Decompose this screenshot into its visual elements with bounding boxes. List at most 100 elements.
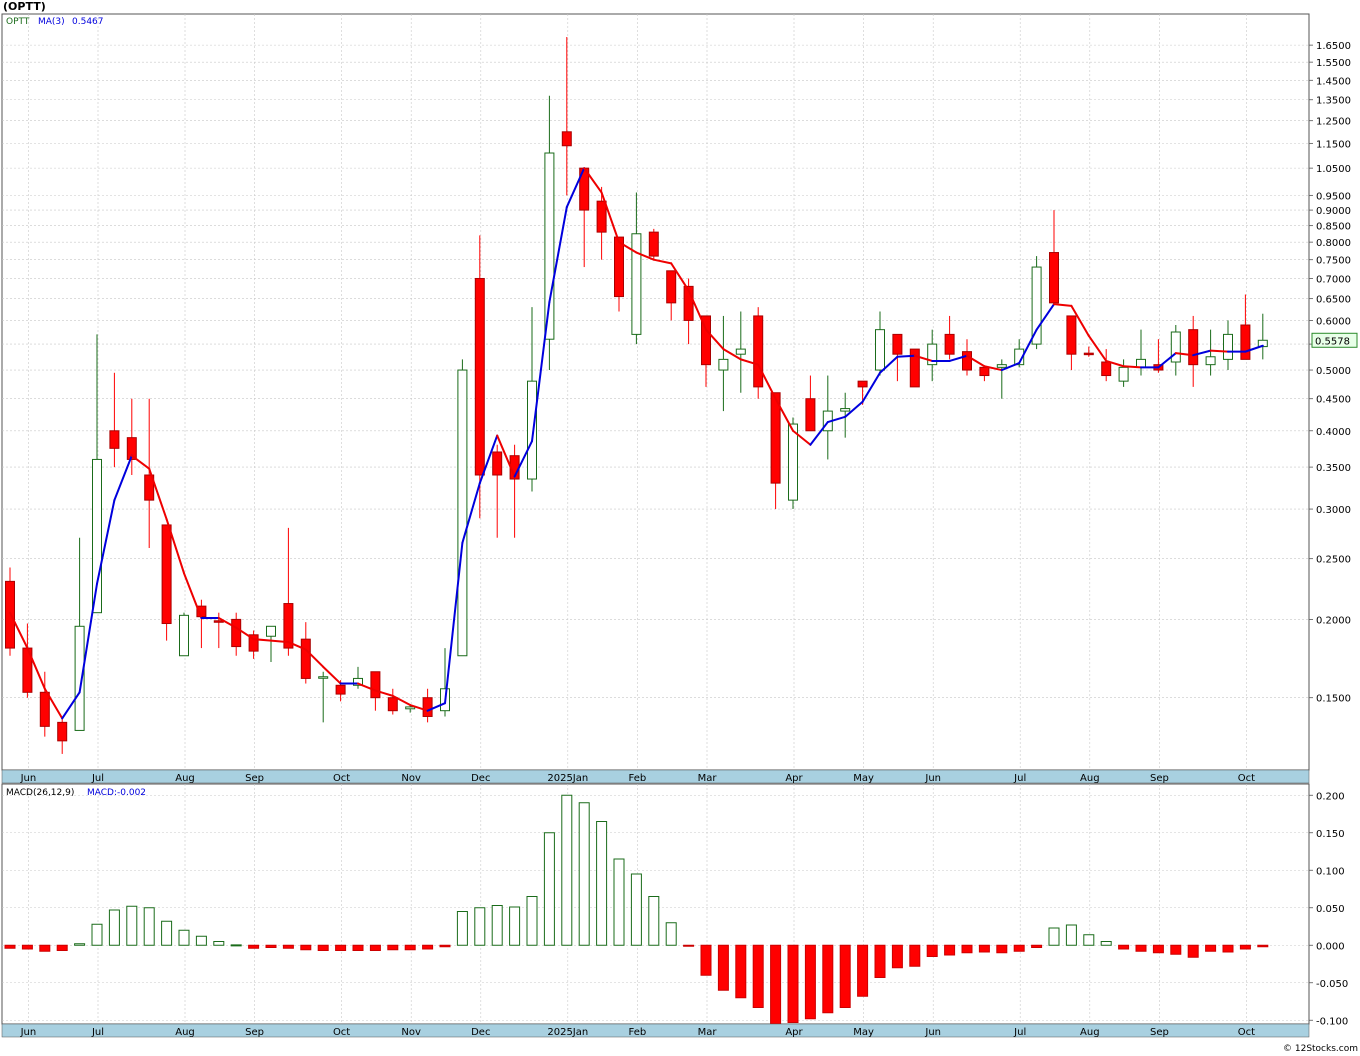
macd-bar: [944, 944, 956, 956]
macd-bar: [422, 944, 434, 950]
ma3-segment: [1209, 349, 1229, 353]
macd-bar: [1048, 927, 1060, 946]
macd-bar: [335, 944, 347, 951]
macd-bar: [891, 944, 903, 969]
price-y-tick-label: 0.4500: [1316, 395, 1351, 406]
macd-bar: [630, 873, 642, 946]
candle-body: [457, 369, 468, 657]
price-month-label: Dec: [471, 773, 490, 784]
macd-month-label: Sep: [1150, 1027, 1169, 1038]
macd-bar: [909, 944, 921, 967]
candle-body: [1205, 356, 1216, 366]
macd-bar: [474, 907, 486, 946]
candle-body: [875, 329, 885, 371]
macd-bar: [561, 794, 573, 946]
macd-month-label: Jun: [20, 1027, 37, 1038]
price-y-tick-label: 0.1500: [1316, 694, 1351, 705]
macd-bar: [1222, 944, 1234, 953]
macd-bar: [1257, 944, 1269, 948]
macd-bar: [1031, 944, 1043, 948]
candle-body: [614, 236, 624, 298]
price-month-label: Sep: [1150, 773, 1169, 784]
macd-bar: [996, 944, 1008, 954]
macd-y-axis: -0.100 -0.050 0.000 0.050 0.100 0.150 0.200: [1309, 791, 1348, 1027]
candle-body: [1188, 329, 1199, 366]
price-y-tick-label: 0.2000: [1316, 615, 1351, 626]
price-y-tick-label: 1.3500: [1316, 96, 1351, 107]
price-month-label: Jul: [91, 773, 104, 784]
macd-bar: [822, 944, 834, 1014]
candle-body: [1223, 333, 1233, 360]
price-month-label: Feb: [629, 773, 647, 784]
macd-y-tick-label: 0.200: [1316, 791, 1345, 802]
macd-bar: [1152, 944, 1164, 954]
macd-bar: [317, 944, 329, 951]
price-month-label: Oct: [333, 773, 350, 784]
macd-bar: [300, 944, 312, 951]
ma-value: 0.5467: [72, 17, 104, 27]
macd-bar: [509, 906, 521, 946]
price-month-label: Mar: [698, 773, 718, 784]
price-month-label: May: [853, 773, 874, 784]
macd-month-label: Oct: [333, 1027, 350, 1038]
macd-bar: [543, 832, 555, 946]
price-y-tick-label: 1.0500: [1316, 164, 1351, 175]
candle-body: [179, 614, 189, 657]
candle: [179, 612, 189, 657]
candle-body: [979, 366, 990, 377]
candle: [753, 307, 764, 399]
ma3-segment: [896, 354, 916, 358]
candle-body: [631, 233, 642, 335]
candle-body: [109, 430, 120, 449]
candle-body: [422, 697, 433, 717]
macd-bar: [735, 944, 747, 999]
candle-body: [161, 524, 172, 625]
candle-body: [231, 618, 242, 648]
macd-bar: [1187, 944, 1199, 958]
macd-bar: [4, 944, 16, 949]
price-month-label: Apr: [785, 773, 803, 784]
macd-bar: [404, 944, 416, 951]
macd-value-label: MACD:-0.002: [87, 788, 146, 798]
macd-month-label: Jul: [1013, 1027, 1026, 1038]
macd-bar: [456, 911, 468, 946]
candle-body: [857, 380, 868, 388]
chart-title: (OPTT): [3, 0, 46, 13]
price-y-tick-label: 0.7000: [1316, 274, 1351, 285]
candle-body: [266, 625, 276, 637]
price-y-axis: 0.1500 0.2000 0.2500 0.3000 0.3500 0.4000 0.45…: [1309, 41, 1351, 705]
candle-body: [735, 348, 746, 355]
candle-body: [300, 638, 311, 679]
price-y-tick-label: 1.4500: [1316, 76, 1351, 87]
candle-body: [1240, 324, 1251, 360]
candle-body: [1170, 331, 1181, 363]
macd-bar: [752, 944, 764, 1008]
macd-label: MACD(26,12,9): [6, 788, 74, 798]
macd-bar: [787, 944, 799, 1023]
macd-bar: [126, 905, 138, 946]
candle-body: [805, 398, 816, 432]
candle-body: [1118, 366, 1129, 382]
candle-body: [718, 358, 729, 371]
ma-label: MA(3): [38, 17, 65, 27]
candle-body: [57, 721, 68, 742]
last-price-tag: 0.5578: [1311, 332, 1358, 348]
candle-body: [370, 671, 381, 699]
price-y-tick-label: 0.2500: [1316, 555, 1351, 566]
macd-month-label: Sep: [245, 1027, 264, 1038]
macd-bar: [596, 821, 608, 946]
candle-body: [666, 270, 677, 304]
macd-bar: [161, 920, 173, 946]
macd-y-tick-label: 0.150: [1316, 829, 1345, 840]
macd-bar: [1135, 944, 1147, 952]
macd-month-label: Mar: [698, 1027, 718, 1038]
macd-bar: [613, 858, 625, 946]
macd-bar: [978, 944, 990, 953]
macd-month-label: Apr: [785, 1027, 803, 1038]
price-y-tick-label: 0.5000: [1316, 366, 1351, 377]
price-panel-frame: [1, 13, 1310, 771]
price-y-tick-label: 0.6500: [1316, 295, 1351, 306]
macd-month-label: May: [853, 1027, 874, 1038]
candle-body: [387, 697, 398, 712]
macd-bar: [770, 944, 782, 1025]
